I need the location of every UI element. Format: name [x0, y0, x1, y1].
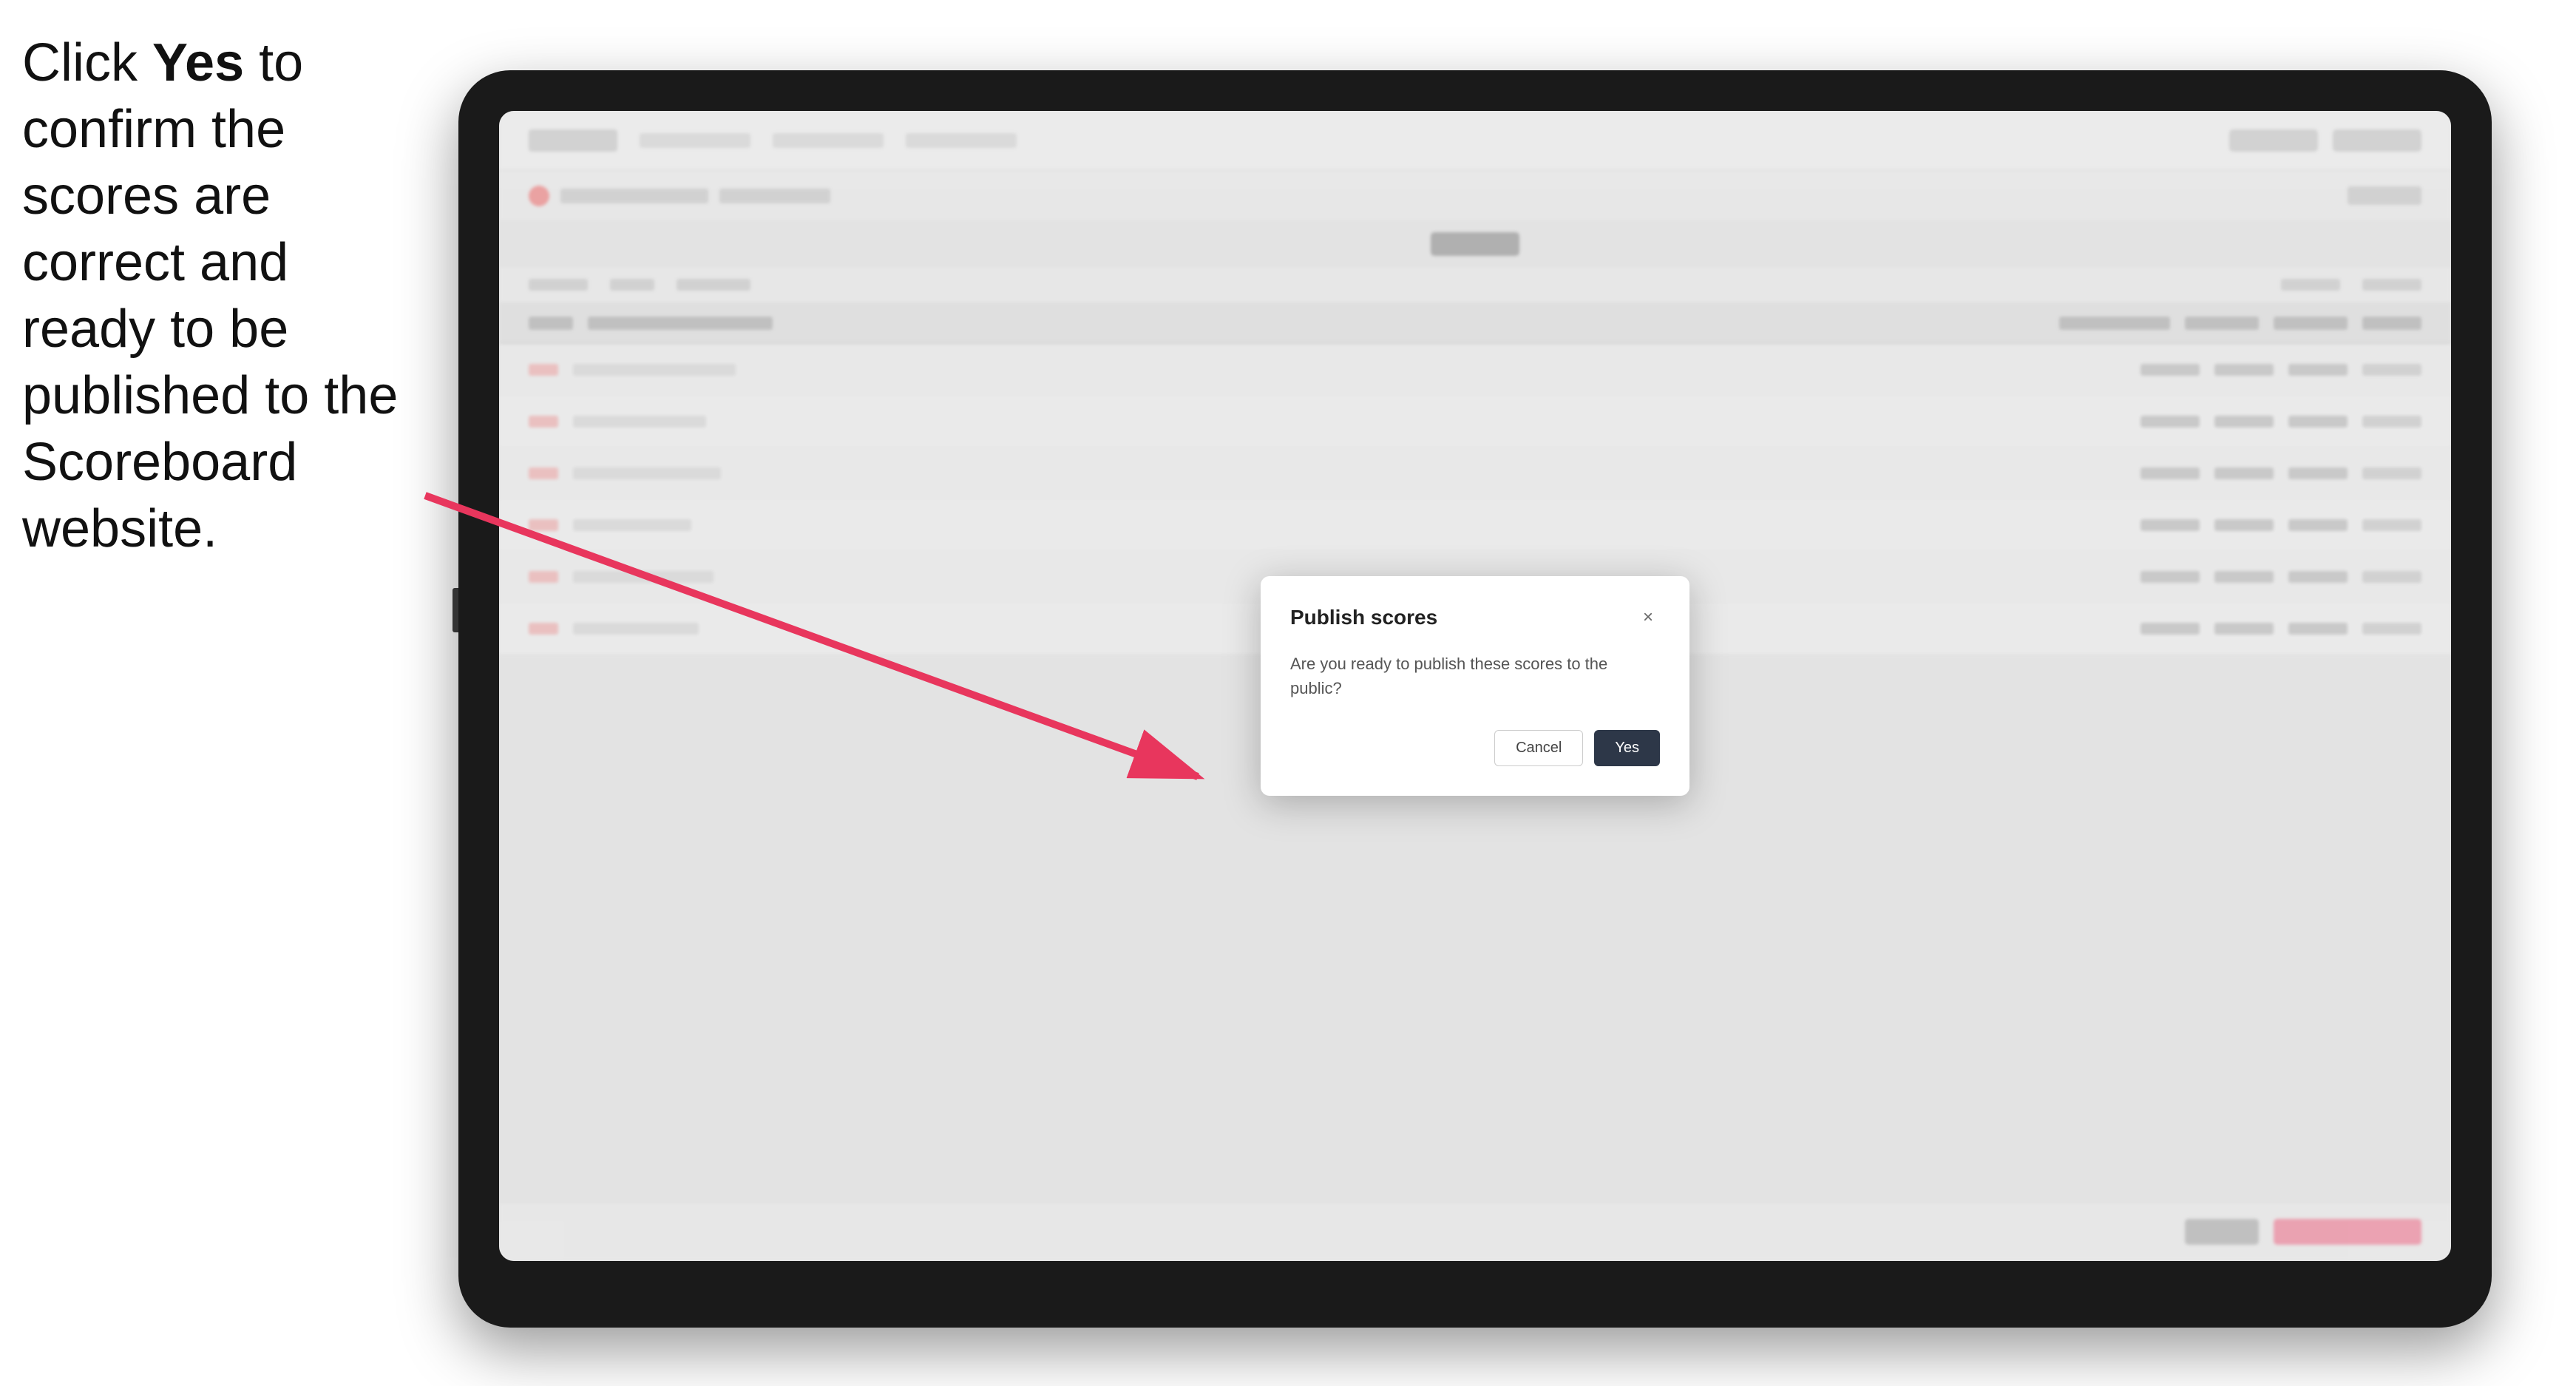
instruction-suffix: to confirm the scores are correct and re…: [22, 33, 398, 558]
dialog-title: Publish scores: [1290, 606, 1437, 629]
yes-button[interactable]: Yes: [1594, 730, 1660, 766]
instruction-prefix: Click: [22, 33, 152, 92]
tablet-screen: Publish scores × Are you ready to publis…: [499, 111, 2451, 1261]
dialog-body: Are you ready to publish these scores to…: [1290, 652, 1660, 700]
tablet-device: Publish scores × Are you ready to publis…: [458, 70, 2492, 1328]
dialog-close-button[interactable]: ×: [1636, 606, 1660, 629]
tablet-side-button: [453, 588, 458, 632]
instruction-bold: Yes: [152, 33, 244, 92]
cancel-button[interactable]: Cancel: [1494, 730, 1583, 766]
dialog-overlay: Publish scores × Are you ready to publis…: [499, 111, 2451, 1261]
instruction-text: Click Yes to confirm the scores are corr…: [22, 30, 436, 562]
dialog-header: Publish scores ×: [1290, 606, 1660, 629]
dialog-footer: Cancel Yes: [1290, 730, 1660, 766]
publish-scores-dialog: Publish scores × Are you ready to publis…: [1261, 576, 1689, 796]
